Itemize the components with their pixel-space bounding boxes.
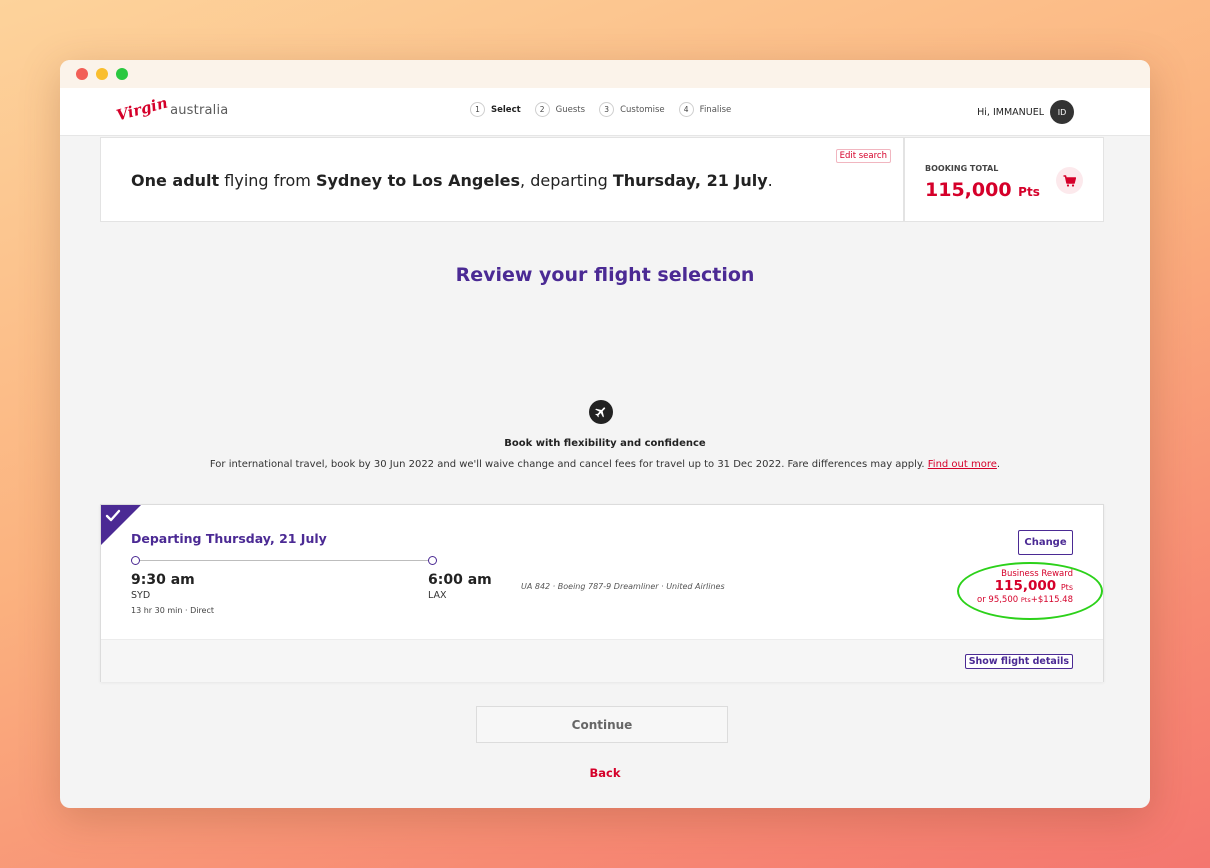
find-out-more-link[interactable]: Find out more: [928, 459, 997, 470]
flexibility-body: For international travel, book by 30 Jun…: [209, 459, 928, 470]
header-bar: Virgin australia 1 Select 2 Guests 3 Cus…: [60, 88, 1150, 136]
total-points: 115,000: [925, 179, 1012, 201]
destination-dot: [428, 556, 437, 565]
booking-total: BOOKING TOTAL 115,000 Pts: [904, 137, 1104, 222]
flexibility-end: .: [996, 459, 1001, 470]
step-guests[interactable]: 2 Guests: [534, 102, 586, 117]
trip-summary: One adult flying from Sydney to Los Ange…: [100, 137, 904, 222]
back-link[interactable]: Back: [60, 766, 1150, 780]
step-number: 3: [599, 102, 615, 117]
maximize-window-button[interactable]: [116, 68, 128, 80]
user-greeting: Hi, IMMANUEL: [977, 106, 1044, 118]
step-label: Guests: [555, 104, 586, 115]
departure-date: Thursday, 21 July: [612, 171, 768, 190]
continue-button[interactable]: Continue: [476, 706, 728, 743]
departure-time: 9:30 am: [131, 572, 195, 588]
step-number: 4: [678, 102, 694, 117]
browser-window: Virgin australia 1 Select 2 Guests 3 Cus…: [60, 60, 1150, 808]
route: Sydney to Los Angeles: [315, 171, 521, 190]
airplane-icon: [589, 400, 613, 424]
route-line: [135, 560, 433, 561]
logo-text: australia: [170, 103, 229, 118]
step-customise[interactable]: 3 Customise: [599, 102, 665, 117]
show-flight-details-button[interactable]: Show flight details: [964, 654, 1073, 669]
edit-search-button[interactable]: Edit search: [835, 149, 891, 163]
alt-points: or 95,500: [977, 595, 1021, 605]
flight-info: UA 842 · Boeing 787-9 Dreamliner · Unite…: [521, 582, 725, 591]
logo-mark: Virgin: [114, 93, 170, 125]
flight-card: Departing Thursday, 21 July 9:30 am SYD …: [100, 504, 1104, 682]
total-points-unit: Pts: [1018, 185, 1040, 199]
passengers: One adult: [131, 171, 220, 190]
alt-cash: +$115.48: [1030, 595, 1073, 605]
summary-text: , departing: [520, 171, 613, 190]
cart-button[interactable]: [1056, 167, 1083, 194]
trip-summary-text: One adult flying from Sydney to Los Ange…: [131, 171, 773, 190]
close-window-button[interactable]: [76, 68, 88, 80]
origin-dot: [131, 556, 140, 565]
arrival-airport: LAX: [428, 590, 447, 601]
change-button[interactable]: Change: [1018, 530, 1073, 555]
step-select[interactable]: 1 Select: [470, 102, 521, 117]
booking-total-label: BOOKING TOTAL: [925, 164, 999, 173]
flight-card-footer: Show flight details: [101, 639, 1103, 682]
summary-text: flying from: [219, 171, 316, 190]
arrival-time: 6:00 am: [428, 572, 492, 588]
flexibility-text: For international travel, book by 30 Jun…: [60, 459, 1150, 470]
fare-points-value: 115,000: [994, 578, 1057, 594]
fare-points-unit: Pts: [1060, 583, 1073, 592]
step-label: Select: [491, 104, 521, 115]
cart-icon: [1063, 174, 1076, 187]
fare-points: 115,000 Pts: [977, 579, 1073, 595]
checkmark-icon: [105, 509, 121, 522]
fare-alternative: or 95,500 Pts+$115.48: [977, 595, 1073, 605]
user-menu[interactable]: Hi, IMMANUEL ID: [977, 100, 1074, 124]
departure-airport: SYD: [131, 590, 151, 601]
flexibility-heading: Book with flexibility and confidence: [504, 438, 706, 449]
page-title: Review your flight selection: [455, 264, 755, 286]
booking-total-amount: 115,000 Pts: [925, 179, 1040, 201]
fare-price: Business Reward 115,000 Pts or 95,500 Pt…: [977, 569, 1073, 605]
flight-duration: 13 hr 30 min · Direct: [131, 606, 215, 615]
minimize-window-button[interactable]: [96, 68, 108, 80]
virgin-australia-logo[interactable]: Virgin australia: [115, 94, 229, 125]
summary-text: .: [767, 171, 773, 190]
step-number: 1: [470, 102, 485, 117]
booking-steps: 1 Select 2 Guests 3 Customise 4 Finalise: [470, 102, 731, 117]
avatar[interactable]: ID: [1050, 100, 1074, 124]
step-label: Finalise: [699, 104, 732, 115]
departure-title: Departing Thursday, 21 July: [131, 531, 327, 546]
step-number: 2: [534, 102, 550, 117]
alt-points-unit: Pts: [1020, 596, 1031, 604]
window-titlebar: [60, 60, 1150, 88]
step-label: Customise: [620, 104, 665, 115]
step-finalise[interactable]: 4 Finalise: [678, 102, 732, 117]
